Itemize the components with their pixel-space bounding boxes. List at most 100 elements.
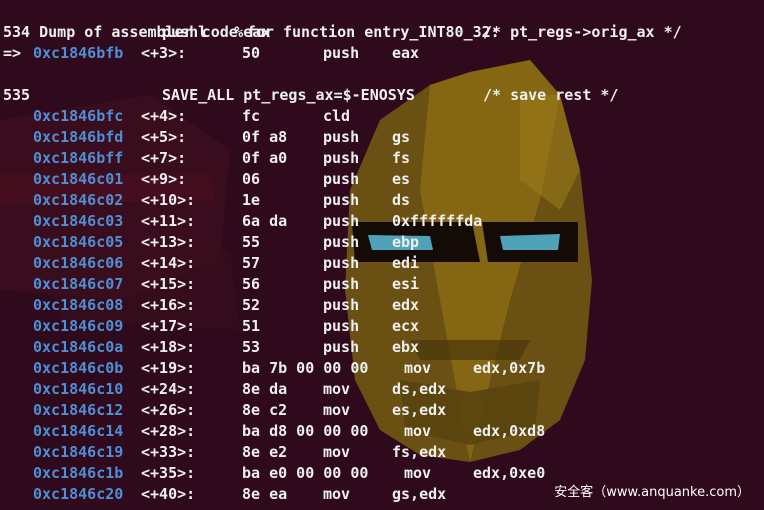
instruction-address: 0xc1846c1b: [33, 464, 124, 482]
instruction-operands: edi: [392, 254, 420, 272]
instruction-operands: gs,edx: [392, 485, 447, 503]
instruction-mnemonic: push: [323, 233, 360, 251]
instruction-mnemonic: push: [323, 317, 360, 335]
instruction-mnemonic: push: [323, 128, 360, 146]
instruction-offset: <+18>:: [141, 338, 196, 356]
instruction-mnemonic: mov: [404, 422, 432, 440]
instruction-offset: <+9>:: [141, 170, 187, 188]
instruction-row: 0xc1846c0a <+18>: 53 push ebx: [3, 337, 763, 358]
instruction-offset: <+13>:: [141, 233, 196, 251]
instruction-operands: es: [392, 170, 411, 188]
instruction-row: 0xc1846c07 <+15>: 56 push esi: [3, 274, 763, 295]
instruction-offset: <+15>:: [141, 275, 196, 293]
instruction-mnemonic: push: [323, 212, 360, 230]
instruction-bytes: ba 7b 00 00 00: [242, 359, 369, 377]
instruction-bytes: 8e c2: [242, 401, 288, 419]
gdb-terminal[interactable]: Dump of assembler code for function entr…: [0, 0, 764, 510]
instruction-offset: <+33>:: [141, 443, 196, 461]
instruction-bytes: 6a da: [242, 212, 288, 230]
instruction-operands: ds,edx: [392, 380, 447, 398]
instruction-row: 0xc1846c10 <+24>: 8e da mov ds,edx: [3, 379, 763, 400]
instruction-operands: fs,edx: [392, 443, 447, 461]
source-line-comment: /* save rest */: [483, 86, 619, 104]
instruction-row: 0xc1846c12 <+26>: 8e c2 mov es,edx: [3, 400, 763, 421]
instruction-mnemonic: push: [323, 191, 360, 209]
instruction-row: 0xc1846c05 <+13>: 55 push ebp: [3, 232, 763, 253]
instruction-address: 0xc1846bfc: [33, 107, 124, 125]
current-instruction-marker: =>: [3, 44, 22, 62]
instruction-offset: <+7>:: [141, 149, 187, 167]
instruction-offset: <+35>:: [141, 464, 196, 482]
instruction-bytes: fc: [242, 107, 261, 125]
instruction-operands: edx,0xd8: [473, 422, 546, 440]
instruction-address: 0xc1846c05: [33, 233, 124, 251]
instruction-address: 0xc1846bff: [33, 149, 124, 167]
instruction-bytes: 0f a8: [242, 128, 288, 146]
instruction-bytes: 8e ea: [242, 485, 288, 503]
source-line-code: SAVE_ALL pt_regs_ax=$-ENOSYS: [162, 86, 415, 104]
instruction-bytes: 57: [242, 254, 261, 272]
instruction-mnemonic: push: [323, 254, 360, 272]
source-line-code: pushl %eax: [162, 23, 271, 41]
instruction-operands: ebx: [392, 338, 420, 356]
source-line: 535 SAVE_ALL pt_regs_ax=$-ENOSYS /* save…: [3, 85, 763, 106]
instruction-address: 0xc1846bfb: [33, 44, 124, 62]
current-instruction-row: => 0xc1846bfb <+3>: 50 push eax: [3, 43, 763, 64]
instruction-operands: ds: [392, 191, 411, 209]
disassembly-header: Dump of assembler code for function entr…: [3, 1, 763, 41]
instruction-bytes: 56: [242, 275, 261, 293]
instruction-offset: <+24>:: [141, 380, 196, 398]
instruction-mnemonic: push: [323, 338, 360, 356]
instruction-offset: <+5>:: [141, 128, 187, 146]
instruction-mnemonic: mov: [323, 401, 351, 419]
instruction-address: 0xc1846c03: [33, 212, 124, 230]
instruction-row: 0xc1846c08 <+16>: 52 push edx: [3, 295, 763, 316]
instruction-offset: <+11>:: [141, 212, 196, 230]
instruction-operands: edx,0x7b: [473, 359, 546, 377]
instruction-offset: <+4>:: [141, 107, 187, 125]
instruction-address: 0xc1846bfd: [33, 128, 124, 146]
instruction-offset: <+3>:: [141, 44, 187, 62]
instruction-row: 0xc1846c03 <+11>: 6a da push 0xffffffda: [3, 211, 763, 232]
instruction-operands: ebp: [392, 233, 420, 251]
instruction-mnemonic: push: [323, 44, 360, 62]
instruction-bytes: 8e e2: [242, 443, 288, 461]
instruction-bytes: ba d8 00 00 00: [242, 422, 369, 440]
instruction-address: 0xc1846c01: [33, 170, 124, 188]
instruction-mnemonic: mov: [404, 464, 432, 482]
instruction-offset: <+16>:: [141, 296, 196, 314]
instruction-bytes: 51: [242, 317, 261, 335]
instruction-row: 0xc1846c0b <+19>: ba 7b 00 00 00 mov edx,0x7…: [3, 358, 763, 379]
watermark: 安全客（www.anquanke.com）: [554, 485, 750, 500]
instruction-offset: <+17>:: [141, 317, 196, 335]
instruction-address: 0xc1846c08: [33, 296, 124, 314]
instruction-offset: <+40>:: [141, 485, 196, 503]
instruction-address: 0xc1846c09: [33, 317, 124, 335]
instruction-row: 0xc1846bff <+7>: 0f a0 push fs: [3, 148, 763, 169]
instruction-row: 0xc1846c06 <+14>: 57 push edi: [3, 253, 763, 274]
instruction-bytes: 8e da: [242, 380, 288, 398]
instruction-address: 0xc1846c02: [33, 191, 124, 209]
instruction-mnemonic: push: [323, 170, 360, 188]
instruction-offset: <+14>:: [141, 254, 196, 272]
instruction-bytes: 0f a0: [242, 149, 288, 167]
source-line-number: 535: [3, 86, 31, 104]
instruction-operands: fs: [392, 149, 411, 167]
instruction-mnemonic: push: [323, 275, 360, 293]
instruction-mnemonic: mov: [323, 485, 351, 503]
instruction-operands: ecx: [392, 317, 420, 335]
instruction-operands: eax: [392, 44, 420, 62]
instruction-row: 0xc1846c02 <+10>: 1e push ds: [3, 190, 763, 211]
instruction-offset: <+28>:: [141, 422, 196, 440]
instruction-bytes: 55: [242, 233, 261, 251]
instruction-offset: <+10>:: [141, 191, 196, 209]
instruction-bytes: 06: [242, 170, 261, 188]
instruction-offset: <+26>:: [141, 401, 196, 419]
instruction-mnemonic: cld: [323, 107, 351, 125]
instruction-row: 0xc1846c19 <+33>: 8e e2 mov fs,edx: [3, 442, 763, 463]
instruction-operands: es,edx: [392, 401, 447, 419]
instruction-bytes: 1e: [242, 191, 261, 209]
instruction-mnemonic: push: [323, 296, 360, 314]
instruction-row: 0xc1846bfd <+5>: 0f a8 push gs: [3, 127, 763, 148]
instruction-row: 0xc1846c01 <+9>: 06 push es: [3, 169, 763, 190]
